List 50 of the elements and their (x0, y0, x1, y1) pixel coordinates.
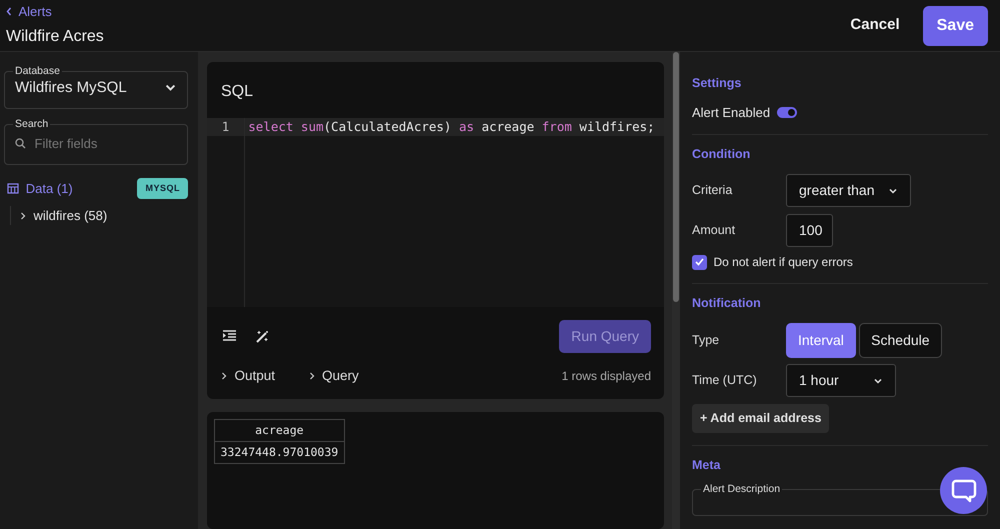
chevron-right-icon (220, 371, 228, 382)
checkbox-label: Do not alert if query errors (714, 254, 853, 271)
section-heading: Condition (692, 146, 752, 164)
code-editor[interactable]: 1 select sum(CalculatedAcres) as acreage from wildfires; (207, 118, 664, 307)
save-button[interactable]: Save (922, 6, 988, 46)
table-icon (7, 183, 20, 194)
page-title: Wildfire Acres (6, 27, 104, 47)
field-label: Time (UTC) (692, 372, 758, 390)
panel-title: SQL (220, 82, 254, 102)
field-label: Amount (692, 222, 736, 239)
field-label: Criteria (692, 182, 734, 200)
tree-item[interactable]: Data (1) (26, 178, 73, 198)
search-field[interactable]: Search Filter fields (4, 119, 188, 165)
section-toggle[interactable]: Query (308, 366, 359, 386)
search-icon (15, 138, 26, 150)
database-type-badge: MYSQL (137, 178, 188, 200)
scrollbar[interactable] (673, 52, 679, 302)
section-heading: Settings (692, 75, 742, 92)
field-label: Database (14, 66, 61, 76)
toggle-switch[interactable] (776, 107, 797, 118)
cancel-button[interactable]: Cancel (840, 6, 910, 45)
magic-wand-icon[interactable] (256, 330, 269, 343)
add-email-button[interactable]: + Add email address (692, 404, 830, 432)
table-cell: 33247448.97010039 (214, 442, 345, 464)
rows-count: 1 rows displayed (562, 368, 651, 386)
select-field[interactable]: greater than (786, 174, 910, 207)
select-field[interactable]: 1 hour (786, 364, 896, 398)
segment-button[interactable]: Interval (786, 322, 856, 358)
field-label: Search (14, 119, 50, 130)
search-input[interactable]: Filter fields (32, 133, 162, 154)
field-label: Type (692, 332, 720, 349)
database-select[interactable]: Database Wildfires MySQL (4, 66, 188, 110)
checkmark-icon (695, 258, 704, 266)
chevron-right-icon (19, 210, 27, 220)
chevron-left-icon (6, 7, 12, 16)
field-label: Alert Enabled (692, 104, 770, 122)
section-toggle[interactable]: Output (220, 366, 276, 386)
indent-icon[interactable] (223, 330, 236, 343)
input-field[interactable]: 100 (786, 214, 833, 246)
checkbox[interactable] (692, 254, 707, 270)
back-link[interactable]: Alerts (6, 2, 52, 22)
tree-item[interactable]: wildfires (58) (19, 206, 188, 226)
field-label: Alert Description (702, 484, 782, 495)
column-header: acreage (214, 419, 345, 442)
section-heading: Notification (692, 295, 762, 312)
chevron-right-icon (308, 371, 316, 382)
select-value: Wildfires MySQL (15, 78, 127, 98)
section-heading: Meta (692, 456, 722, 474)
segment-button[interactable]: Schedule (859, 322, 942, 358)
line-number: 1 (207, 118, 244, 136)
